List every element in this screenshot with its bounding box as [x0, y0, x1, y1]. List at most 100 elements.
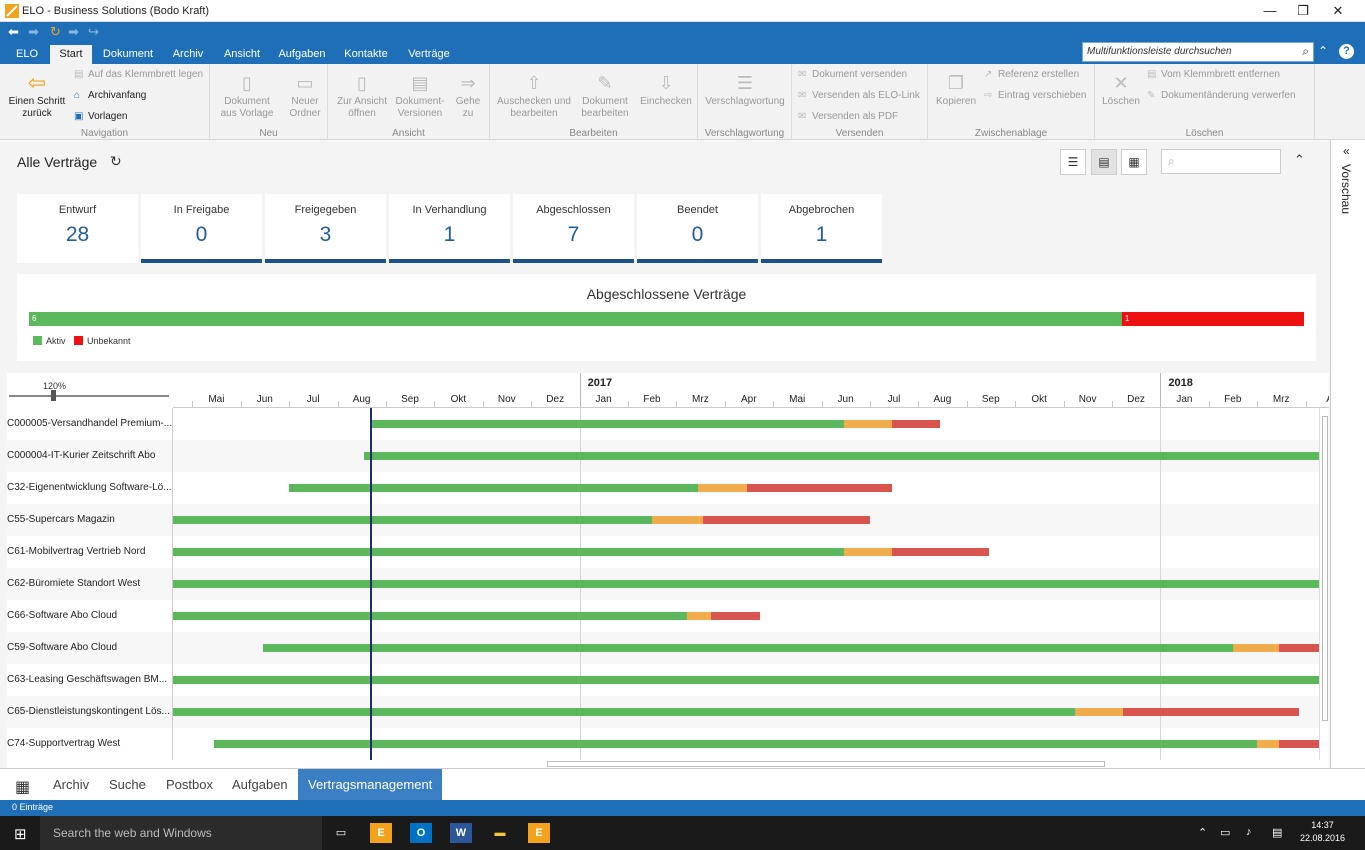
- templates-button[interactable]: ▣ Vorlagen: [74, 111, 127, 122]
- help-icon[interactable]: ?: [1339, 44, 1354, 59]
- gantt-bar-expired[interactable]: [1122, 708, 1300, 716]
- open-view-button[interactable]: ▯ Zur Ansicht öffnen: [334, 72, 390, 120]
- tab-kontakte[interactable]: Kontakte: [338, 45, 394, 64]
- file-explorer-icon[interactable]: ▬: [489, 823, 511, 843]
- gantt-bar-warning[interactable]: [844, 548, 892, 556]
- contract-row-label[interactable]: C59-Software Abo Cloud: [7, 632, 172, 664]
- taskbar-search[interactable]: Search the web and Windows: [40, 816, 322, 850]
- close-button[interactable]: ✕: [1320, 0, 1356, 22]
- contract-row-label[interactable]: C74-Supportvertrag West: [7, 728, 172, 760]
- archive-start-button[interactable]: ⌂ Archivanfang: [74, 90, 146, 101]
- clipboard-button[interactable]: ▤ Auf das Klemmbrett legen: [74, 69, 203, 80]
- redo-icon[interactable]: ➡: [68, 24, 79, 40]
- gantt-bar-warning[interactable]: [1257, 740, 1280, 748]
- module-tab-aufgaben[interactable]: Aufgaben: [224, 769, 296, 800]
- status-tile[interactable]: Beendet 0: [637, 194, 758, 263]
- gantt-bar-warning[interactable]: [687, 612, 711, 620]
- ribbon-search-input[interactable]: Multifunktionsleiste durchsuchen ⌕: [1082, 42, 1314, 62]
- delete-button[interactable]: ✕ Löschen: [1099, 72, 1143, 108]
- move-entry-button[interactable]: ⇨ Eintrag verschieben: [984, 90, 1086, 101]
- edit-document-button[interactable]: ✎ Dokument bearbeiten: [576, 72, 634, 120]
- gantt-bar-active[interactable]: [173, 708, 1075, 716]
- refresh-icon[interactable]: ↻: [50, 24, 61, 40]
- contract-row-label[interactable]: C55-Supercars Magazin: [7, 504, 172, 536]
- gantt-bar-warning[interactable]: [844, 420, 892, 428]
- outlook-icon[interactable]: O: [410, 823, 432, 843]
- volume-icon[interactable]: ♪: [1246, 826, 1252, 838]
- gantt-bar-warning[interactable]: [652, 516, 703, 524]
- expand-panel-icon[interactable]: «: [1343, 144, 1350, 158]
- gantt-bar-expired[interactable]: [1279, 644, 1319, 652]
- elo-taskbar-icon[interactable]: E: [370, 823, 392, 843]
- contract-row-label[interactable]: C32-Eigenentwicklung Software-Lö...: [7, 472, 172, 504]
- status-tile[interactable]: Abgebrochen 1: [761, 194, 882, 263]
- view-search-input[interactable]: ⌕: [1161, 149, 1281, 174]
- tab-ansicht[interactable]: Ansicht: [217, 45, 267, 64]
- zoom-slider-handle[interactable]: [51, 390, 56, 401]
- new-folder-button[interactable]: ▭ Neuer Ordner: [280, 72, 330, 120]
- back-arrow-icon[interactable]: ⬅: [8, 24, 19, 40]
- preview-label[interactable]: Vorschau: [1339, 164, 1353, 214]
- refresh-icon[interactable]: ↻: [110, 153, 122, 170]
- gantt-bar-warning[interactable]: [1074, 708, 1123, 716]
- copy-button[interactable]: ❐ Kopieren: [932, 72, 980, 108]
- gantt-bar-expired[interactable]: [891, 548, 990, 556]
- back-step-button[interactable]: ⇦ Einen Schritt zurück: [4, 72, 70, 120]
- network-icon[interactable]: ▭: [1220, 826, 1230, 839]
- discard-change-button[interactable]: ✎ Dokumentänderung verwerfen: [1147, 90, 1296, 101]
- doc-versions-button[interactable]: ▤ Dokument-Versionen: [392, 72, 448, 120]
- contract-row-label[interactable]: C000004-IT-Kurier Zeitschrift Abo: [7, 440, 172, 472]
- gantt-bar-expired[interactable]: [1279, 740, 1319, 748]
- tab-dokument[interactable]: Dokument: [96, 45, 160, 64]
- gantt-bar-active[interactable]: [173, 548, 845, 556]
- elo-window-icon[interactable]: E: [528, 823, 550, 843]
- gantt-bar-expired[interactable]: [747, 484, 892, 492]
- forward-icon[interactable]: ↪: [88, 24, 99, 40]
- windows-start-icon[interactable]: ⊞: [14, 825, 27, 843]
- gantt-bar-active[interactable]: [173, 676, 1319, 684]
- vertical-scroll-thumb[interactable]: [1322, 416, 1328, 721]
- tab-start[interactable]: Start: [50, 45, 92, 64]
- create-reference-button[interactable]: ↗ Referenz erstellen: [984, 69, 1079, 80]
- contract-row-label[interactable]: C66-Software Abo Cloud: [7, 600, 172, 632]
- contract-row-label[interactable]: C000005-Versandhandel Premium-...: [7, 408, 172, 440]
- module-tab-archiv[interactable]: Archiv: [45, 769, 97, 800]
- list-view-icon[interactable]: ☰: [1060, 149, 1086, 175]
- send-document-button[interactable]: ✉ Dokument versenden: [798, 69, 907, 80]
- status-tile[interactable]: Freigegeben 3: [265, 194, 386, 263]
- contract-row-label[interactable]: C61-Mobilvertrag Vertrieb Nord: [7, 536, 172, 568]
- minimize-button[interactable]: —: [1252, 0, 1288, 22]
- module-tab-suche[interactable]: Suche: [101, 769, 154, 800]
- contract-row-label[interactable]: C62-Büromiete Standort West: [7, 568, 172, 600]
- vertical-scrollbar[interactable]: [1319, 408, 1329, 760]
- gantt-bar-active[interactable]: [173, 580, 1319, 588]
- gantt-bar-active[interactable]: [364, 452, 1319, 460]
- send-link-button[interactable]: ✉ Versenden als ELO-Link: [798, 90, 920, 101]
- checkout-button[interactable]: ⇧ Auschecken und bearbeiten: [496, 72, 572, 120]
- contract-row-label[interactable]: C65-Dienstleistungskontingent Lös...: [7, 696, 172, 728]
- taskbar-clock[interactable]: 14:37 22.08.2016: [1300, 819, 1345, 845]
- notification-icon[interactable]: ▤: [1272, 826, 1282, 839]
- gantt-bar-warning[interactable]: [698, 484, 748, 492]
- goto-button[interactable]: ⇒ Gehe zu: [450, 72, 486, 120]
- checkin-button[interactable]: ⇩ Einchecken: [638, 72, 694, 108]
- chart-bar-unbekannt[interactable]: 1: [1121, 312, 1304, 326]
- task-view-icon[interactable]: ▭: [330, 823, 352, 843]
- tray-chevron-icon[interactable]: ⌃: [1198, 826, 1207, 839]
- remove-clipboard-button[interactable]: ▤ Vom Klemmbrett entfernen: [1147, 69, 1280, 80]
- tab-vertraege[interactable]: Verträge: [402, 45, 456, 64]
- calendar-view-icon[interactable]: ▦: [1121, 149, 1147, 175]
- gantt-bar-active[interactable]: [173, 612, 688, 620]
- status-tile[interactable]: Abgeschlossen 7: [513, 194, 634, 263]
- word-icon[interactable]: W: [450, 823, 472, 843]
- gantt-bar-expired[interactable]: [710, 612, 761, 620]
- gantt-bar-active[interactable]: [263, 644, 1233, 652]
- status-tile[interactable]: In Freigabe 0: [141, 194, 262, 263]
- forward-arrow-icon[interactable]: ➡: [28, 24, 39, 40]
- keywording-button[interactable]: ☰ Verschlagwortung: [702, 72, 788, 108]
- send-pdf-button[interactable]: ✉ Versenden als PDF: [798, 111, 898, 122]
- zoom-slider-track[interactable]: [9, 395, 169, 397]
- contract-row-label[interactable]: C63-Leasing Geschäftswagen BM...: [7, 664, 172, 696]
- gantt-bar-warning[interactable]: [1233, 644, 1280, 652]
- horizontal-scrollbar[interactable]: [173, 760, 1319, 768]
